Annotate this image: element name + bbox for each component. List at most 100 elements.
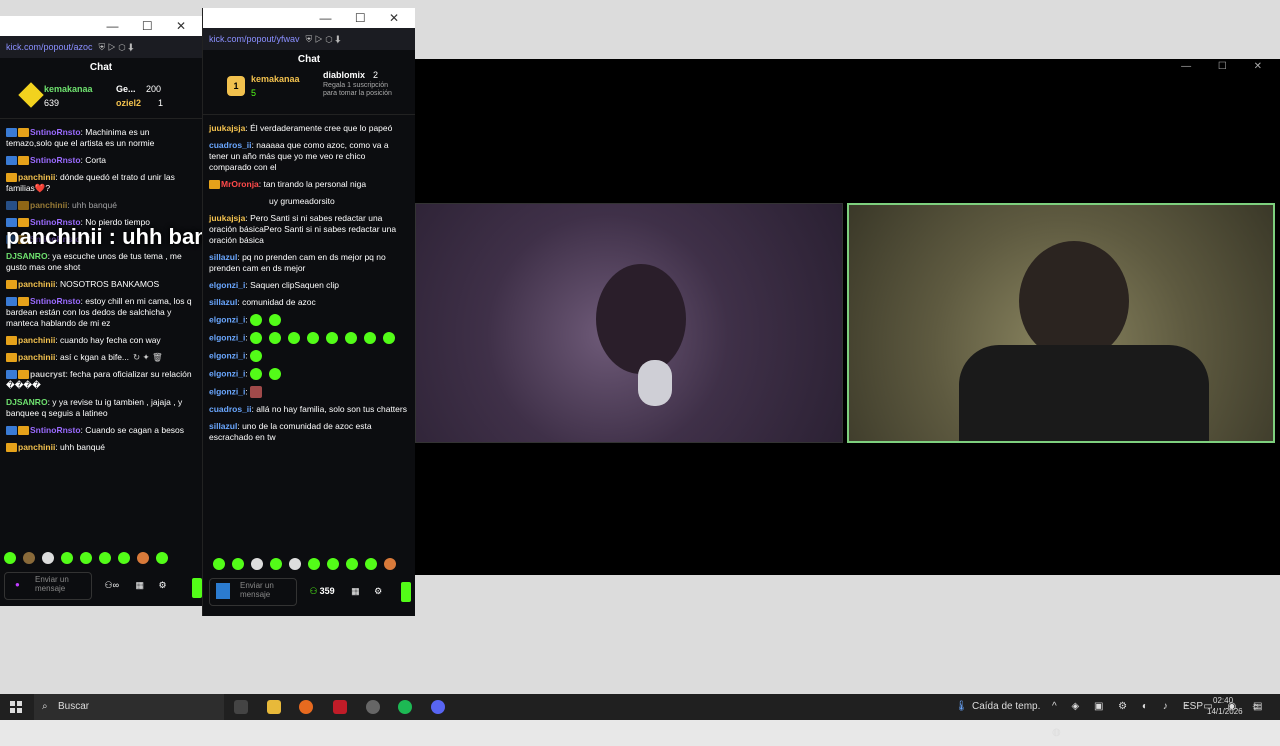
leader-name-2: Ge... (116, 84, 136, 94)
chat-message: cuadros_ii: allá no hay familia, solo so… (209, 404, 407, 414)
window-controls[interactable]: — ☐ ✕ (203, 8, 415, 28)
chat-window-azoc: — ☐ ✕ kick.com/popout/azoc ⛨ ▷ ⬡ ⬇ Chat k… (0, 16, 202, 606)
video-window: — ☐ ✕ (414, 59, 1280, 575)
chat-message: elgonzi_i: Saquen clipSaquen clip (209, 280, 339, 290)
chat-message: panchinii: NOSOTROS BANKAMOS (6, 279, 196, 290)
chat-message: sillazul: pq no prenden cam en ds mejor … (209, 252, 386, 273)
store-icon[interactable]: ▦ (351, 586, 360, 596)
chat-message: juukajsja: Él verdaderamente cree que lo… (209, 123, 393, 133)
chat-message: elgonzi_i: (209, 386, 409, 398)
send-button[interactable] (192, 578, 202, 598)
chat-window-yfwav: — ☐ ✕ kick.com/popout/yfwav ⛨ ▷ ⬡ ⬇ Chat … (202, 8, 415, 616)
leader-amount-3: 1 (158, 98, 164, 108)
chat-message: uy grumeadorsito (269, 196, 335, 206)
taskbar: ⌕ Buscar 🌡 Caída de temp. ^ ◈ ▣ ⚙ ◐ ♪ ◔ ▭… (0, 694, 1280, 738)
chat-input[interactable]: ● Enviar un mensaje (4, 572, 92, 600)
chat-message: SntinoRnsto: Corta (6, 155, 196, 166)
gift-icon (18, 82, 44, 108)
pinned-leaderboard: 1 kemakanaa 5 diablomix 2 Regala 1 suscr… (203, 70, 415, 115)
url-bar[interactable]: kick.com/popout/yfwav ⛨ ▷ ⬡ ⬇ (203, 28, 415, 50)
clock-time[interactable]: 02:40 (1213, 696, 1233, 705)
chat-input[interactable]: Enviar un mensaje (209, 578, 297, 606)
chat-message: SntinoRnsto: estoy chill en mi cama, los… (6, 296, 192, 328)
gift-text: Regala 1 suscripción para tomar la posic… (323, 82, 392, 97)
window-controls[interactable]: — ☐ ✕ (0, 16, 202, 36)
person-right (1019, 241, 1129, 361)
task-view-icon[interactable] (234, 700, 248, 714)
chat-message: panchinii: uhh banqué (6, 442, 196, 453)
store-icon[interactable]: ▦ (136, 580, 145, 590)
viewer-count: 359 (319, 586, 335, 597)
camera-feed-right (847, 203, 1275, 443)
leader-name-1: kemakanaa (44, 84, 93, 94)
chat-message: panchinii: cuando hay fecha con way (6, 335, 196, 346)
file-explorer-icon[interactable] (267, 700, 281, 714)
opera-icon[interactable] (333, 700, 347, 714)
mic-icon[interactable]: ● (15, 580, 20, 589)
video-window-controls[interactable]: — ☐ ✕ (1181, 61, 1274, 72)
chat-message: panchinii: dónde quedó el trato d unir l… (6, 172, 175, 193)
quick-emotes[interactable] (213, 558, 403, 576)
pinned-amount: 5 (251, 88, 257, 98)
viewers-icon[interactable]: ⚇∞ (105, 580, 119, 590)
rank-one-icon: 1 (227, 76, 245, 96)
person-right-body (959, 345, 1209, 441)
taskbar-search[interactable]: ⌕ Buscar (34, 694, 224, 720)
spotify-icon[interactable] (398, 700, 412, 714)
chat-message: SntinoRnsto: Machinima es un temazo,solo… (6, 127, 155, 148)
settings-icon[interactable]: ⚙ (159, 580, 167, 590)
chat-input-bar: Enviar un mensaje ⚇ 359 ▦ ⚙ (209, 578, 382, 608)
chat-message: elgonzi_i: (209, 314, 409, 326)
leader-amount-1: 639 (44, 98, 60, 108)
weather-icon[interactable]: 🌡 (955, 694, 968, 720)
url-text: kick.com/popout/yfwav (209, 34, 300, 44)
chat-message: DJSANRO: y ya revise tu ig tambien , jaj… (6, 397, 183, 418)
chat-message: SntinoRnsto: Cuando se cagan a besos (6, 425, 196, 436)
chat-message: sillazul: comunidad de azoc (209, 297, 316, 307)
settings-icon[interactable]: ⚙ (374, 586, 382, 596)
system-tray-icons[interactable]: ^ ◈ ▣ ⚙ ◐ ♪ ◔ ▭ ◉ ☼ ◍ (1052, 694, 1280, 738)
toolbar-icons[interactable]: ⛨ ▷ ⬡ ⬇ (99, 42, 134, 52)
gift-user: diablomix (323, 70, 366, 80)
chat-message: panchinii: así c kgan a bife... ↻ ✦ 🗑 (6, 352, 196, 363)
message-actions[interactable]: ↻ ✦ 🗑 (133, 352, 163, 362)
firefox-icon[interactable] (299, 700, 313, 714)
chat-message: panchinii: uhh banqué (6, 200, 196, 211)
chat-message: elgonzi_i: (209, 368, 409, 380)
search-icon: ⌕ (42, 701, 48, 712)
clock-date[interactable]: 14/1/2026 (1207, 707, 1243, 716)
chat-messages: juukajsja: Él verdaderamente cree que lo… (203, 123, 415, 443)
camera-feed-left (415, 203, 843, 443)
toolbar-icons[interactable]: ⛨ ▷ ⬡ ⬇ (306, 34, 341, 44)
leader-amount-2: 200 (146, 84, 162, 94)
gift-count: 2 (373, 70, 379, 80)
chat-message: elgonzi_i: (209, 350, 409, 362)
chat-message: juukajsja: Pero Santi si ni sabes redact… (209, 213, 397, 245)
notification-icon[interactable]: ▤ (1253, 694, 1262, 720)
chat-title: Chat (297, 54, 321, 65)
weather-text[interactable]: Caída de temp. (972, 694, 1040, 720)
language-indicator[interactable]: ESP (1183, 694, 1203, 720)
send-button[interactable] (401, 582, 411, 602)
chat-message: cuadros_ii: naaaaa que como azoc, como v… (209, 140, 389, 172)
windows-start-icon[interactable] (10, 701, 22, 713)
pinned-leaderboard: kemakanaa 639 Ge... 200 oziel2 1 (0, 78, 202, 119)
bot-icon (216, 583, 230, 599)
leader-name-3: oziel2 (116, 98, 142, 108)
chat-messages: SntinoRnsto: Machinima es un temazo,solo… (0, 127, 202, 453)
microphone (638, 360, 672, 406)
quick-emotes[interactable] (4, 552, 175, 570)
pinned-name: kemakanaa (251, 74, 300, 84)
url-text: kick.com/popout/azoc (6, 42, 93, 52)
chrome-icon[interactable] (366, 700, 380, 714)
chat-message: DJSANRO: ya escuche unos de tus tema , m… (6, 251, 182, 272)
chat-message: MrOronja: tan tirando la personal niga (209, 179, 409, 190)
viewers-icon[interactable]: ⚇ (310, 586, 318, 596)
chat-input-bar: ● Enviar un mensaje ⚇∞ ▦ ⚙ (4, 572, 167, 602)
person-left (596, 264, 686, 374)
url-bar[interactable]: kick.com/popout/azoc ⛨ ▷ ⬡ ⬇ (0, 36, 202, 58)
chat-title: Chat (89, 62, 113, 73)
chat-message: sillazul: uno de la comunidad de azoc es… (209, 421, 372, 442)
discord-icon[interactable] (431, 700, 445, 714)
chat-message: paucryst: fecha para oficializar su rela… (6, 369, 192, 390)
